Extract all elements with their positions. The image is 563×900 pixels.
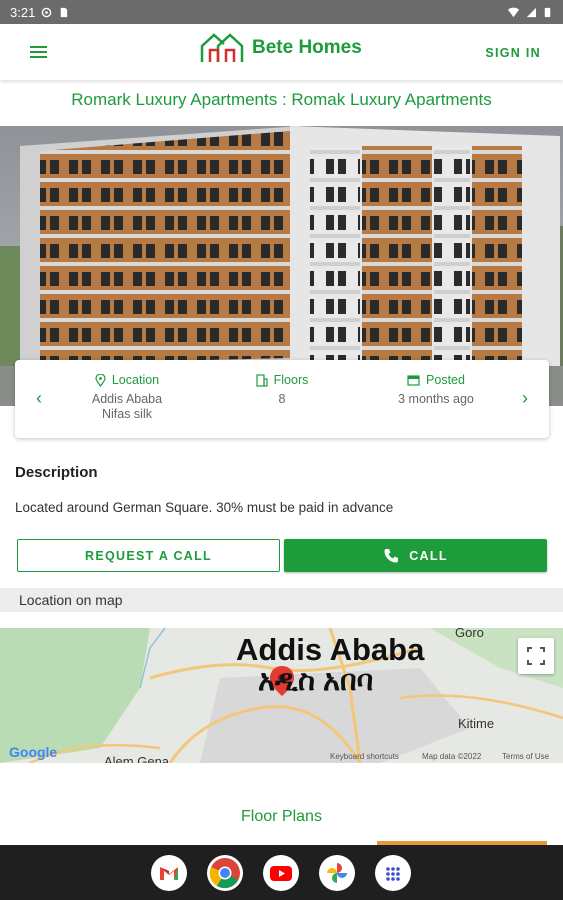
sync-icon: [42, 7, 52, 17]
sign-in-button[interactable]: SIGN IN: [485, 46, 541, 60]
map-keyboard-shortcuts[interactable]: Keyboard shortcuts: [330, 752, 399, 761]
floor-plans-title: Floor Plans: [241, 808, 322, 825]
building-icon: [256, 373, 268, 387]
map-label-alem-gena: Alem Gena: [104, 754, 170, 763]
posted-info: Posted 3 months ago: [376, 373, 496, 407]
app-drawer-icon[interactable]: [375, 855, 411, 891]
chrome-app-icon[interactable]: [207, 855, 243, 891]
next-arrow-icon[interactable]: ›: [515, 388, 535, 408]
photos-app-icon[interactable]: [319, 855, 355, 891]
wifi-icon: [508, 7, 519, 17]
map-data-attribution: Map data ©2022: [422, 752, 482, 761]
map-fullscreen-button[interactable]: [518, 638, 554, 674]
floors-info: Floors 8: [222, 373, 342, 407]
location-subcity: Nifas silk: [101, 407, 152, 421]
posted-value: 3 months ago: [398, 392, 474, 406]
location-map[interactable]: Addis Ababa አዲስ አበባ Goro Kitime Alem Gen…: [0, 628, 563, 763]
sd-card-icon: [61, 7, 68, 17]
location-city: Addis Ababa: [91, 392, 163, 406]
calendar-icon: [407, 375, 420, 386]
description-text: Located around German Square. 30% must b…: [15, 500, 394, 515]
menu-icon[interactable]: [30, 43, 54, 61]
cellular-icon: [526, 7, 536, 17]
logo-house-icon: [200, 33, 244, 62]
map-label-goro: Goro: [455, 628, 484, 640]
description-title: Description: [15, 464, 98, 481]
location-label: Location: [111, 373, 160, 387]
map-city-label-en: Addis Ababa: [236, 632, 425, 667]
property-title: Romark Luxury Apartments : Romak Luxury …: [71, 90, 492, 109]
system-dock: [0, 845, 563, 900]
call-button-label: CALL: [409, 548, 448, 563]
phone-icon: [384, 548, 399, 562]
brand-title: Bete Homes: [252, 37, 362, 58]
floors-value: 8: [278, 392, 286, 406]
app-bar: Bete Homes SIGN IN: [0, 24, 563, 80]
fullscreen-icon: [527, 647, 545, 665]
floors-label: Floors: [273, 373, 309, 387]
request-call-button[interactable]: REQUEST A CALL: [17, 539, 280, 572]
status-bar: 3:21: [0, 0, 563, 24]
location-info: Location Addis Ababa Nifas silk: [67, 373, 187, 422]
location-pin-icon: [95, 373, 106, 387]
map-label-kitime: Kitime: [458, 716, 495, 731]
battery-icon: [544, 7, 551, 17]
location-on-map-header: Location on map: [0, 588, 563, 612]
map-terms-link[interactable]: Terms of Use: [502, 752, 549, 761]
posted-label: Posted: [426, 373, 465, 387]
gmail-app-icon[interactable]: [151, 855, 187, 891]
brand: Bete Homes: [200, 32, 362, 64]
status-time: 3:21: [10, 4, 36, 20]
map-city-label-am: አዲስ አበባ: [258, 665, 374, 697]
prev-arrow-icon[interactable]: ‹: [29, 388, 49, 408]
call-button[interactable]: CALL: [284, 539, 547, 572]
property-info-card: ‹ Location Addis Ababa Nifas silk Floors…: [15, 360, 549, 438]
youtube-app-icon[interactable]: [263, 855, 299, 891]
google-logo: Google: [9, 744, 58, 760]
